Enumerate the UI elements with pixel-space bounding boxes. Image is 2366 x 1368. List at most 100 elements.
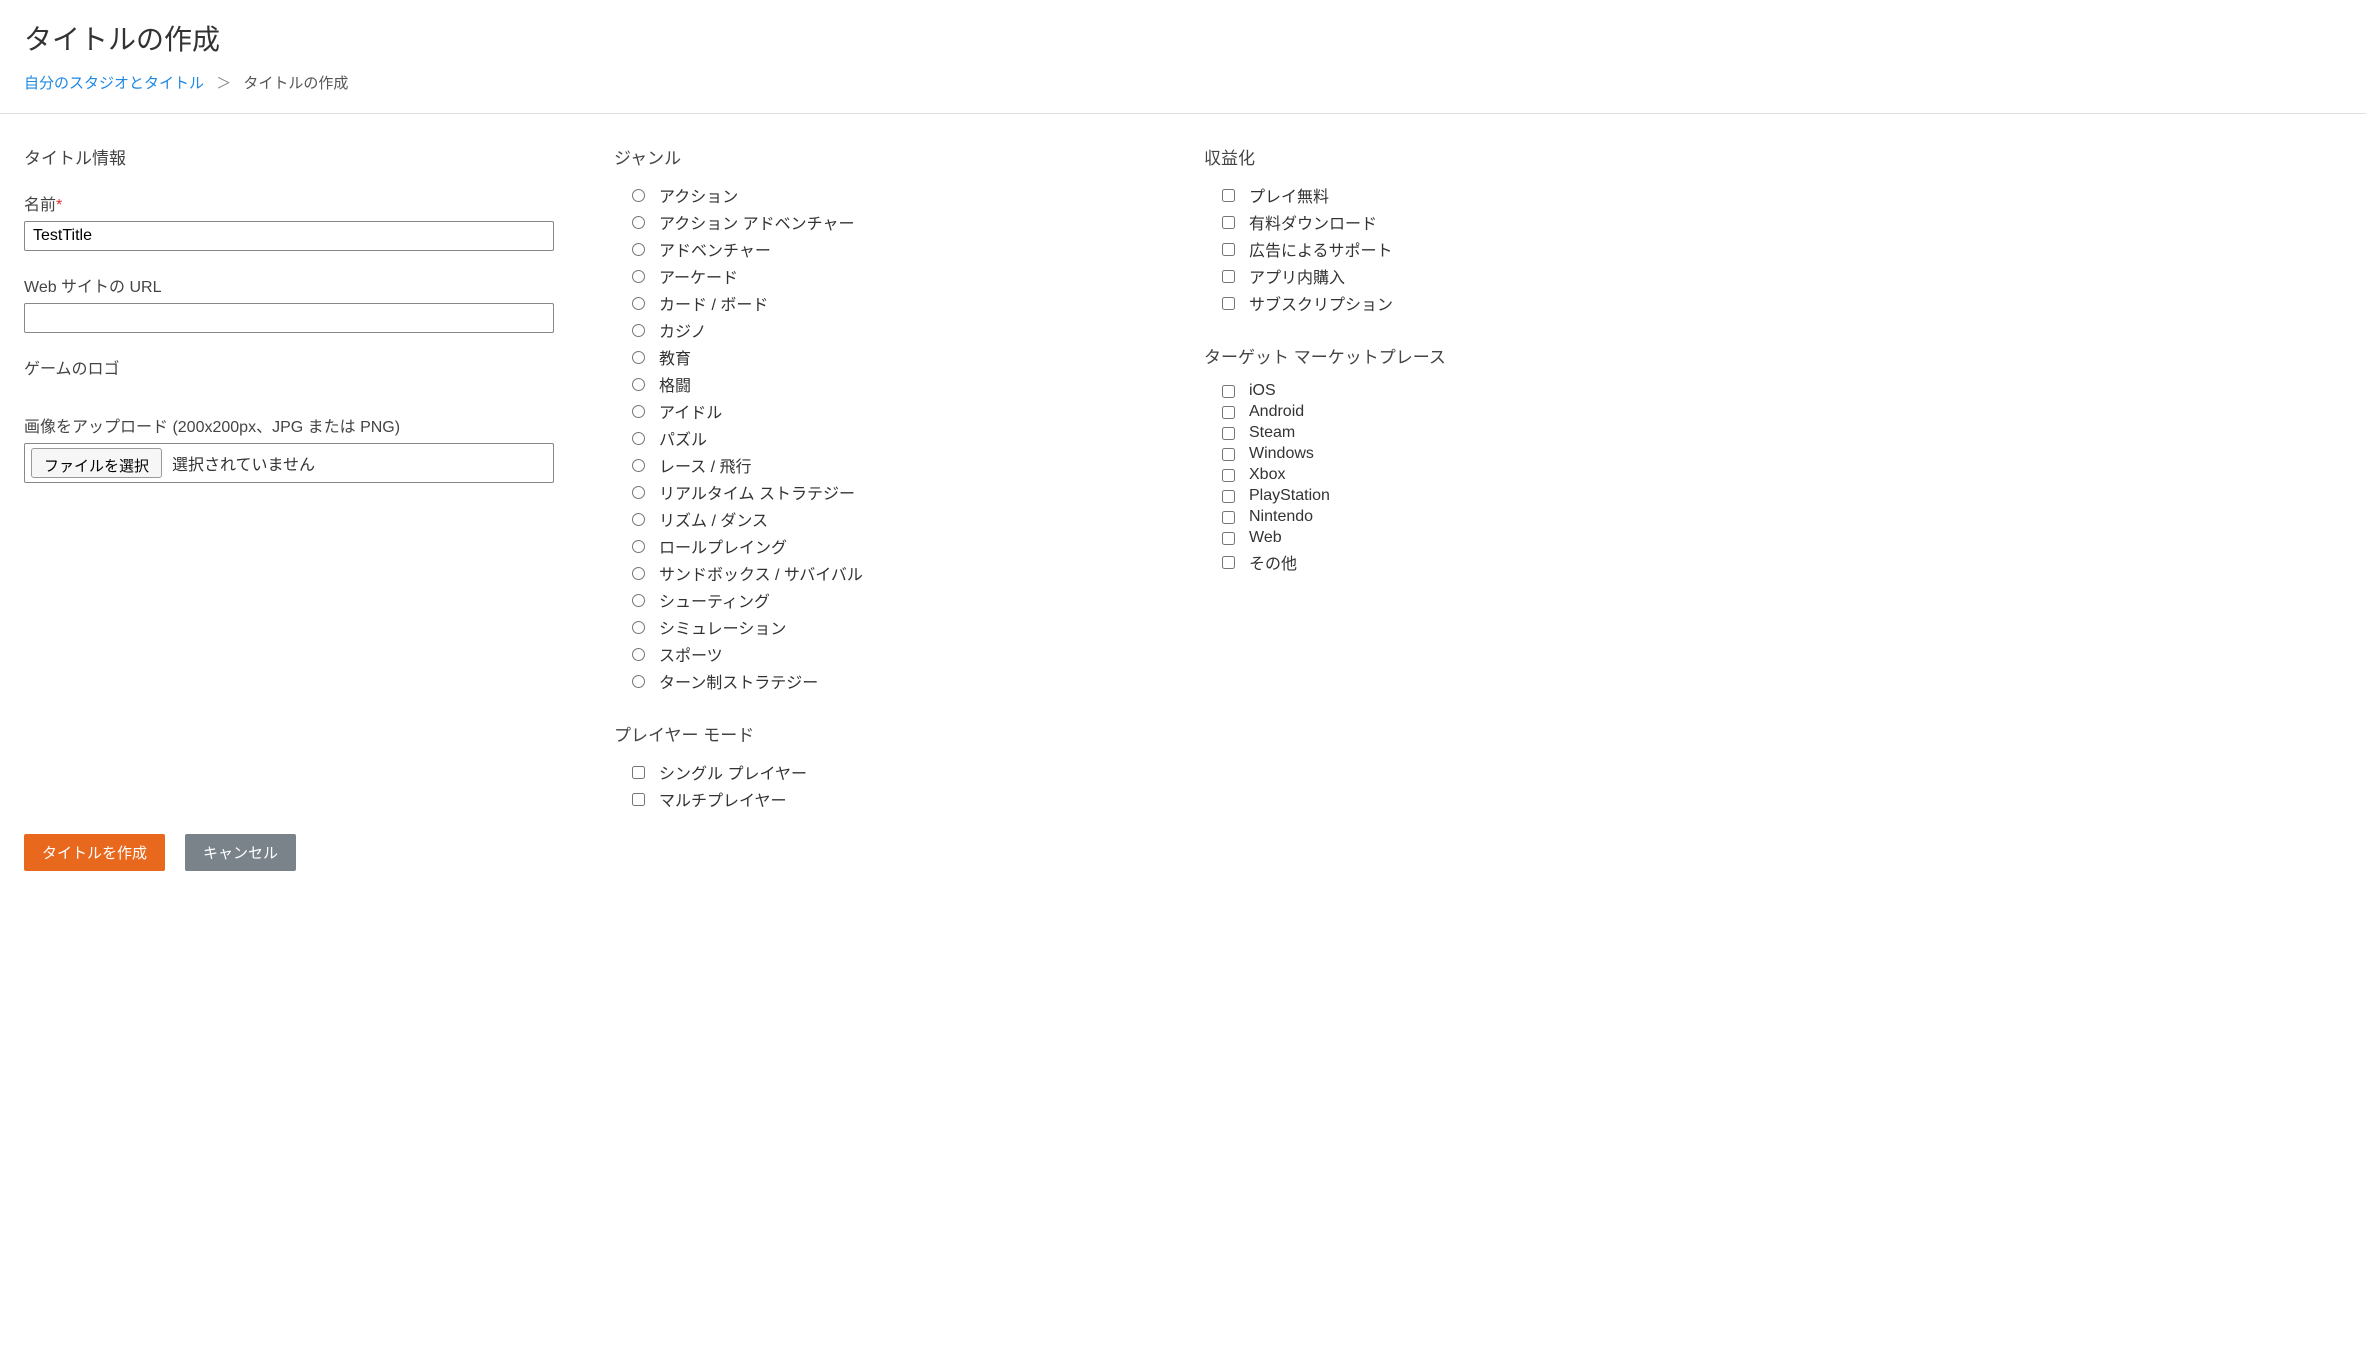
monetization-checkbox[interactable] bbox=[1222, 297, 1235, 310]
genre-radio[interactable] bbox=[632, 432, 645, 445]
marketplace-item: iOS bbox=[1222, 382, 1604, 400]
required-asterisk: * bbox=[56, 197, 62, 214]
genre-radio[interactable] bbox=[632, 351, 645, 364]
name-label: 名前* bbox=[24, 191, 554, 215]
url-input[interactable] bbox=[24, 303, 554, 333]
genre-radio[interactable] bbox=[632, 486, 645, 499]
monetization-label: 広告によるサポート bbox=[1249, 237, 1393, 261]
marketplace-checkbox[interactable] bbox=[1222, 427, 1235, 440]
file-status-text: 選択されていません bbox=[168, 444, 315, 482]
monetization-item: 有料ダウンロード bbox=[1222, 210, 1604, 234]
genre-radio[interactable] bbox=[632, 594, 645, 607]
genre-label: リアルタイム ストラテジー bbox=[659, 480, 855, 504]
player-mode-item: シングル プレイヤー bbox=[632, 760, 1144, 784]
logo-label: ゲームのロゴ bbox=[24, 355, 554, 379]
marketplace-checkbox[interactable] bbox=[1222, 469, 1235, 482]
field-url: Web サイトの URL bbox=[24, 273, 554, 333]
marketplace-label: PlayStation bbox=[1249, 487, 1330, 505]
marketplace-item: Nintendo bbox=[1222, 508, 1604, 526]
upload-label: 画像をアップロード (200x200px、JPG または PNG) bbox=[24, 413, 554, 437]
marketplace-item: Android bbox=[1222, 403, 1604, 421]
marketplace-item: Windows bbox=[1222, 445, 1604, 463]
genre-radio[interactable] bbox=[632, 459, 645, 472]
genre-item: リズム / ダンス bbox=[632, 507, 1144, 531]
breadcrumb-current: タイトルの作成 bbox=[243, 75, 348, 92]
column-monetization: 収益化 プレイ無料有料ダウンロード広告によるサポートアプリ内購入サブスクリプショ… bbox=[1204, 144, 1604, 814]
genre-radio[interactable] bbox=[632, 324, 645, 337]
genre-item: カード / ボード bbox=[632, 291, 1144, 315]
section-title-genre: ジャンル bbox=[614, 144, 1144, 169]
monetization-checkbox[interactable] bbox=[1222, 270, 1235, 283]
monetization-label: サブスクリプション bbox=[1249, 291, 1393, 315]
genre-radio[interactable] bbox=[632, 540, 645, 553]
player-mode-checkbox[interactable] bbox=[632, 766, 645, 779]
genre-label: アクション アドベンチャー bbox=[659, 210, 855, 234]
genre-radio[interactable] bbox=[632, 567, 645, 580]
column-title-info: タイトル情報 名前* Web サイトの URL ゲームのロゴ 画像をアップロード… bbox=[24, 144, 554, 814]
name-input[interactable] bbox=[24, 221, 554, 251]
genre-item: スポーツ bbox=[632, 642, 1144, 666]
marketplace-checkbox[interactable] bbox=[1222, 511, 1235, 524]
file-picker: ファイルを選択 選択されていません bbox=[24, 443, 554, 483]
genre-item: レース / 飛行 bbox=[632, 453, 1144, 477]
marketplace-label: その他 bbox=[1249, 550, 1297, 574]
genre-label: アドベンチャー bbox=[659, 237, 771, 261]
genre-item: 格闘 bbox=[632, 372, 1144, 396]
marketplace-checkbox[interactable] bbox=[1222, 532, 1235, 545]
page-title: タイトルの作成 bbox=[24, 18, 2342, 58]
section-title-marketplace: ターゲット マーケットプレース bbox=[1204, 343, 1604, 368]
genre-radio[interactable] bbox=[632, 297, 645, 310]
player-mode-item: マルチプレイヤー bbox=[632, 787, 1144, 811]
genre-item: アクション アドベンチャー bbox=[632, 210, 1144, 234]
genre-radio[interactable] bbox=[632, 243, 645, 256]
section-marketplace: ターゲット マーケットプレース iOSAndroidSteamWindowsXb… bbox=[1204, 343, 1604, 574]
genre-label: シミュレーション bbox=[659, 615, 786, 639]
monetization-item: サブスクリプション bbox=[1222, 291, 1604, 315]
genre-radio[interactable] bbox=[632, 270, 645, 283]
monetization-checkbox[interactable] bbox=[1222, 243, 1235, 256]
player-mode-checkbox[interactable] bbox=[632, 793, 645, 806]
content-area: タイトル情報 名前* Web サイトの URL ゲームのロゴ 画像をアップロード… bbox=[0, 114, 2366, 834]
genre-item: サンドボックス / サバイバル bbox=[632, 561, 1144, 585]
genre-radio[interactable] bbox=[632, 405, 645, 418]
genre-item: アーケード bbox=[632, 264, 1144, 288]
genre-radio[interactable] bbox=[632, 216, 645, 229]
marketplace-checkbox[interactable] bbox=[1222, 556, 1235, 569]
genre-item: アクション bbox=[632, 183, 1144, 207]
cancel-button[interactable]: キャンセル bbox=[185, 834, 296, 871]
monetization-item: アプリ内購入 bbox=[1222, 264, 1604, 288]
genre-radio[interactable] bbox=[632, 675, 645, 688]
genre-item: アドベンチャー bbox=[632, 237, 1144, 261]
monetization-checkbox[interactable] bbox=[1222, 216, 1235, 229]
marketplace-checkbox[interactable] bbox=[1222, 490, 1235, 503]
file-select-button[interactable]: ファイルを選択 bbox=[31, 448, 162, 478]
genre-label: カード / ボード bbox=[659, 291, 768, 315]
genre-item: ターン制ストラテジー bbox=[632, 669, 1144, 693]
marketplace-label: Xbox bbox=[1249, 466, 1285, 484]
breadcrumb-link-studios[interactable]: 自分のスタジオとタイトル bbox=[24, 75, 204, 92]
genre-label: アーケード bbox=[659, 264, 738, 288]
genre-radio[interactable] bbox=[632, 513, 645, 526]
breadcrumb-separator: ＞ bbox=[216, 75, 231, 92]
genre-item: 教育 bbox=[632, 345, 1144, 369]
marketplace-checkbox[interactable] bbox=[1222, 448, 1235, 461]
player-mode-list: シングル プレイヤーマルチプレイヤー bbox=[614, 760, 1144, 811]
marketplace-checkbox[interactable] bbox=[1222, 406, 1235, 419]
marketplace-label: Web bbox=[1249, 529, 1282, 547]
marketplace-item: PlayStation bbox=[1222, 487, 1604, 505]
genre-radio[interactable] bbox=[632, 189, 645, 202]
create-title-button[interactable]: タイトルを作成 bbox=[24, 834, 165, 871]
monetization-item: プレイ無料 bbox=[1222, 183, 1604, 207]
genre-radio[interactable] bbox=[632, 621, 645, 634]
marketplace-item: その他 bbox=[1222, 550, 1604, 574]
marketplace-label: Nintendo bbox=[1249, 508, 1313, 526]
monetization-checkbox[interactable] bbox=[1222, 189, 1235, 202]
marketplace-checkbox[interactable] bbox=[1222, 385, 1235, 398]
genre-list: アクションアクション アドベンチャーアドベンチャーアーケードカード / ボードカ… bbox=[614, 183, 1144, 693]
genre-radio[interactable] bbox=[632, 378, 645, 391]
genre-item: パズル bbox=[632, 426, 1144, 450]
genre-radio[interactable] bbox=[632, 648, 645, 661]
marketplace-list: iOSAndroidSteamWindowsXboxPlayStationNin… bbox=[1204, 382, 1604, 574]
player-mode-label: マルチプレイヤー bbox=[659, 787, 787, 811]
breadcrumb: 自分のスタジオとタイトル ＞ タイトルの作成 bbox=[24, 72, 2342, 93]
